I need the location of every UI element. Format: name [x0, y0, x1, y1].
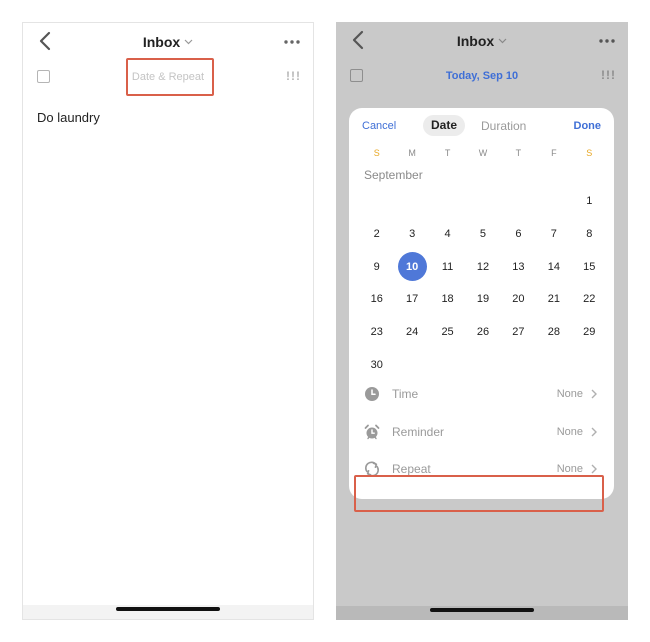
calendar-day[interactable]: 30 — [359, 348, 394, 381]
task-title[interactable]: Do laundry — [37, 110, 100, 125]
nav-bar: Inbox — [23, 23, 313, 61]
weekday-label: S — [373, 148, 380, 158]
weekday-label: W — [478, 148, 488, 158]
page-title: Inbox — [142, 34, 181, 50]
calendar-day[interactable]: 22 — [572, 283, 607, 316]
reminder-option[interactable]: Reminder None — [349, 417, 614, 447]
priority-flag[interactable]: !!! — [286, 69, 301, 83]
calendar-day[interactable]: 8 — [572, 218, 607, 251]
calendar-grid: 1 2 3 4 5 6 7 8 9 10 11 12 13 14 15 16 17 18 19 20 21 22 23 24 2… — [359, 185, 607, 381]
calendar-day[interactable]: 19 — [465, 283, 500, 316]
calendar-day[interactable]: 6 — [501, 218, 536, 251]
home-indicator — [430, 608, 534, 612]
calendar-day[interactable]: 25 — [430, 316, 465, 349]
priority-flag[interactable]: !!! — [601, 68, 616, 82]
reminder-label: Reminder — [392, 425, 445, 439]
more-options-icon[interactable] — [598, 32, 616, 50]
highlight-box — [354, 475, 604, 512]
calendar-day[interactable]: 11 — [430, 250, 465, 283]
weekday-label: S — [586, 148, 593, 158]
calendar-day[interactable]: 28 — [536, 316, 571, 349]
calendar-day[interactable]: 14 — [536, 250, 571, 283]
calendar-day[interactable]: 27 — [501, 316, 536, 349]
alarm-icon — [364, 424, 380, 440]
calendar-day[interactable]: 13 — [501, 250, 536, 283]
weekday-label: F — [551, 148, 557, 158]
date-label[interactable]: Today, Sep 10 — [336, 70, 628, 82]
inbox-title[interactable]: Inbox — [23, 34, 313, 50]
weekday-header: SMTWTFS — [359, 148, 607, 160]
weekday-label: M — [408, 148, 416, 158]
page-title: Inbox — [456, 33, 495, 49]
month-label: September — [364, 168, 423, 182]
chevron-right-icon — [591, 464, 597, 474]
chevron-down-icon — [498, 38, 507, 44]
repeat-label: Repeat — [392, 462, 431, 476]
nav-bar: Inbox — [336, 22, 628, 60]
time-option[interactable]: Time None — [349, 379, 614, 409]
calendar-day[interactable]: 15 — [572, 250, 607, 283]
calendar-day[interactable]: 9 — [359, 250, 394, 283]
calendar-day[interactable]: 5 — [465, 218, 500, 251]
cancel-button[interactable]: Cancel — [362, 120, 396, 132]
right-screen: Inbox Today, Sep 10 !!! Cancel Date Dura… — [336, 22, 628, 620]
weekday-label: T — [515, 148, 522, 158]
home-indicator — [116, 607, 220, 611]
calendar-day-selected[interactable]: 10 — [394, 250, 429, 283]
inbox-title[interactable]: Inbox — [336, 33, 628, 49]
calendar-empty-cell — [359, 185, 394, 218]
calendar-day[interactable]: 4 — [430, 218, 465, 251]
calendar-day[interactable]: 17 — [394, 283, 429, 316]
weekday-label: T — [444, 148, 451, 158]
highlight-box — [126, 58, 214, 96]
chevron-right-icon — [591, 427, 597, 437]
tab-date[interactable]: Date — [423, 115, 466, 136]
calendar-day[interactable]: 12 — [465, 250, 500, 283]
clock-icon — [365, 387, 379, 401]
calendar-day[interactable]: 20 — [501, 283, 536, 316]
more-options-icon[interactable] — [283, 33, 301, 51]
calendar-day[interactable]: 7 — [536, 218, 571, 251]
calendar-day[interactable]: 24 — [394, 316, 429, 349]
time-label: Time — [392, 387, 419, 401]
calendar-day[interactable]: 2 — [359, 218, 394, 251]
calendar-empty-cell — [536, 185, 571, 218]
reminder-value: None — [556, 426, 583, 438]
calendar-day[interactable]: 29 — [572, 316, 607, 349]
calendar-empty-cell — [430, 185, 465, 218]
calendar-day[interactable]: 3 — [394, 218, 429, 251]
calendar-empty-cell — [465, 185, 500, 218]
chevron-right-icon — [591, 389, 597, 399]
task-meta-row: Today, Sep 10 !!! — [336, 62, 628, 90]
calendar-day[interactable]: 1 — [572, 185, 607, 218]
calendar-day[interactable]: 16 — [359, 283, 394, 316]
date-picker-sheet: Cancel Date Duration Done S M T W T F S Septem… — [349, 108, 614, 499]
calendar-empty-cell — [501, 185, 536, 218]
tab-duration[interactable]: Duration — [481, 119, 526, 133]
done-button[interactable]: Done — [574, 120, 602, 132]
left-screen: Inbox Date & Repeat !!! Do laundry — [22, 22, 314, 620]
calendar-day[interactable]: 26 — [465, 316, 500, 349]
chevron-down-icon — [184, 39, 193, 45]
calendar-empty-cell — [394, 185, 429, 218]
calendar-day[interactable]: 21 — [536, 283, 571, 316]
calendar-day[interactable]: 18 — [430, 283, 465, 316]
calendar-day[interactable]: 23 — [359, 316, 394, 349]
repeat-value: None — [556, 463, 583, 475]
time-value: None — [556, 388, 583, 400]
